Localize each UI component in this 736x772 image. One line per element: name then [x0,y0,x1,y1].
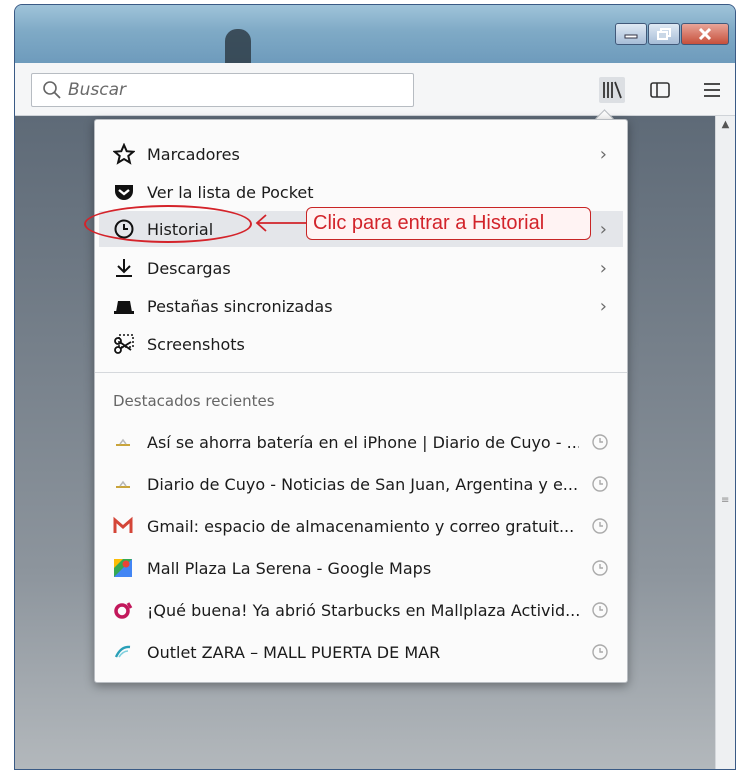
minimize-button[interactable] [615,23,647,45]
recent-item-label: ¡Qué buena! Ya abrió Starbucks en Mallpl… [147,600,579,620]
recent-item-label: Gmail: espacio de almacenamiento y corre… [147,516,575,536]
library-menu: Marcadores › Ver la lista de Pocket Hist… [94,119,628,683]
close-icon [698,28,712,40]
menu-item-pestanas-sincronizadas[interactable]: Pestañas sincronizadas › [99,288,623,324]
chevron-right-icon: › [599,296,607,317]
recent-item-label: Así se ahorra batería en el iPhone | Dia… [147,432,579,452]
menu-item-label: Descargas [147,258,231,278]
title-bar-shadow [225,29,251,63]
clock-icon [591,559,609,581]
recent-item-label: Diario de Cuyo - Noticias de San Juan, A… [147,474,579,494]
download-icon [113,257,135,279]
menu-item-label: Ver la lista de Pocket [147,182,314,202]
window-controls [614,23,729,45]
menu-item-screenshots[interactable]: Screenshots [99,326,623,362]
recent-item[interactable]: Diario de Cuyo - Noticias de San Juan, A… [99,466,623,502]
restore-icon [657,28,671,40]
search-input[interactable]: Buscar [31,73,414,107]
clock-icon [591,475,609,497]
menu-item-marcadores[interactable]: Marcadores › [99,136,623,172]
menu-item-descargas[interactable]: Descargas › [99,250,623,286]
menu-separator [95,372,627,373]
diario-favicon-icon [113,432,133,452]
maps-favicon-icon [113,558,133,578]
recent-highlights-header: Destacados recientes [113,392,275,410]
menu-item-label: Screenshots [147,334,245,354]
scissors-icon [113,333,135,355]
scroll-grip: ≡ [721,495,730,506]
library-icon [603,81,622,99]
mallplaza-favicon-icon [113,600,133,620]
menu-item-label: Pestañas sincronizadas [147,296,333,316]
maximize-button[interactable] [648,23,680,45]
library-button[interactable] [599,77,625,103]
recent-item[interactable]: Gmail: espacio de almacenamiento y corre… [99,508,623,544]
chevron-right-icon: › [599,219,607,240]
sidebar-button[interactable] [647,77,673,103]
chevron-right-icon: › [599,258,607,279]
menu-item-label: Marcadores [147,144,240,164]
close-button[interactable] [681,23,729,45]
search-placeholder: Buscar [68,80,127,100]
diario-favicon-icon [113,474,133,494]
synced-tabs-icon [113,295,135,317]
gmail-favicon-icon [113,516,133,536]
clock-icon [591,643,609,665]
clock-icon [591,433,609,455]
clock-icon [591,517,609,539]
annotation-callout: Clic para entrar a Historial [306,207,591,240]
search-icon [43,81,61,99]
scrollbar[interactable]: ▲ ≡ [715,116,735,769]
mall-favicon-icon [113,642,133,662]
scroll-up-arrow[interactable]: ▲ [716,116,735,134]
toolbar: Buscar [15,63,735,116]
star-icon [113,143,135,165]
annotation-arrow-icon [255,214,306,232]
minimize-icon [624,34,638,39]
annotation-ellipse [84,205,252,243]
recent-item-label: Mall Plaza La Serena - Google Maps [147,558,432,578]
sidebar-icon [650,82,670,98]
recent-item[interactable]: ¡Qué buena! Ya abrió Starbucks en Mallpl… [99,592,623,628]
title-bar [15,5,735,63]
recent-item[interactable]: Mall Plaza La Serena - Google Maps [99,550,623,586]
recent-item-label: Outlet ZARA – MALL PUERTA DE MAR [147,642,441,662]
hamburger-icon [704,83,720,97]
clock-icon [591,601,609,623]
recent-item[interactable]: Así se ahorra batería en el iPhone | Dia… [99,424,623,460]
pocket-icon [113,181,135,203]
recent-item[interactable]: Outlet ZARA – MALL PUERTA DE MAR [99,634,623,670]
menu-button[interactable] [699,77,725,103]
chevron-right-icon: › [599,144,607,165]
